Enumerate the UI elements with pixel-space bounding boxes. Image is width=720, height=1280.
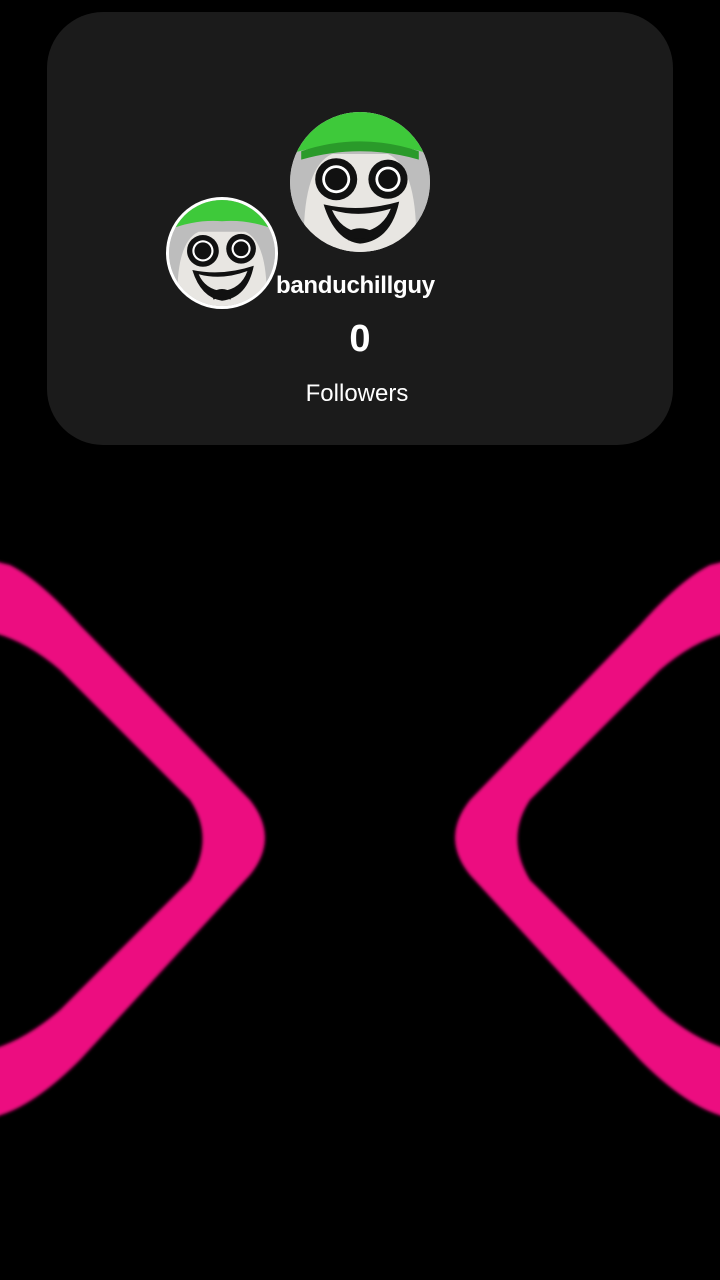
left-bracket-shape	[0, 562, 265, 1116]
pink-bracket-shapes	[0, 562, 720, 1116]
right-bracket-shape	[455, 562, 720, 1116]
